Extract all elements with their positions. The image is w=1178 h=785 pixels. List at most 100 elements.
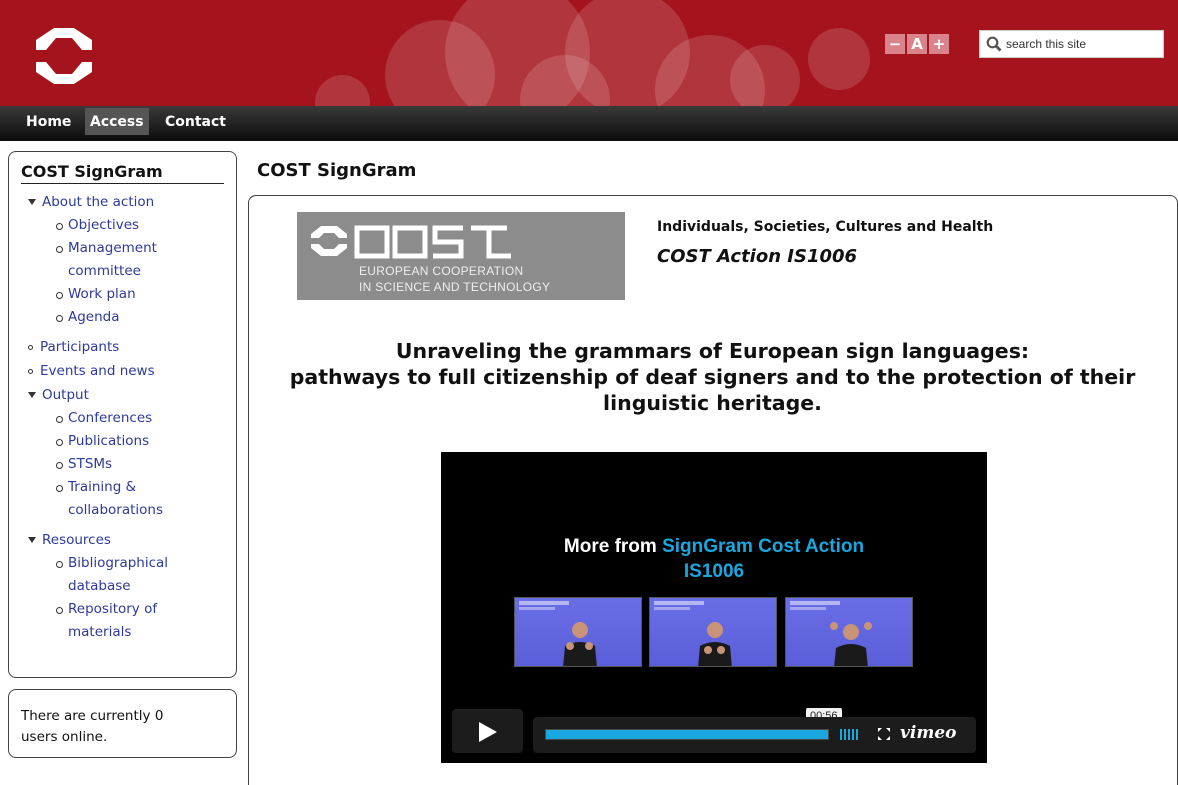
menu-link-resources[interactable]: Resources [42,532,111,548]
related-video-thumbnail[interactable] [514,597,642,667]
menu-item-management: Management committee [56,237,224,283]
menu-link-conferences[interactable]: Conferences [68,410,152,426]
channel-link[interactable]: SignGram Cost Action [662,536,864,557]
cost-logo-subtitle-cont: IN SCIENCE AND TECHNOLOGY [359,280,551,294]
site-logo-icon[interactable] [28,22,100,90]
cost-logo: EUROPEAN COOPERATION IN SCIENCE AND TECH… [297,212,625,300]
menu-link-participants[interactable]: Participants [40,339,119,355]
volume-bar [848,729,850,740]
menu-item-agenda: Agenda [56,306,224,329]
font-increase-button[interactable]: + [929,34,949,54]
nav-access[interactable]: Access [85,108,149,135]
thumbnail-caption [790,607,826,610]
menu-link-about[interactable]: About the action [42,194,154,210]
volume-control[interactable] [840,729,858,740]
menu-item-about: About the action Objectives Management co… [21,190,224,329]
page-title: COST SignGram [257,160,417,181]
search-input[interactable] [1006,37,1156,51]
users-online-block: There are currently 0 users online. [8,689,237,758]
menu-item-objectives: Objectives [56,214,224,237]
sidebar-menu: About the action Objectives Management co… [21,190,224,644]
menu-item-resources: Resources Bibliographical database Reposi… [21,528,224,644]
related-video-thumbnail[interactable] [649,597,777,667]
menu-item-bibliographical: Bibliographical database [56,552,224,598]
expanded-triangle-icon [28,392,36,398]
volume-bar [840,729,842,740]
menu-link-training[interactable]: Training & [68,479,136,495]
menu-link-stsms[interactable]: STSMs [68,456,112,472]
vimeo-logo[interactable]: vimeo [900,723,956,743]
menu-link-work-plan[interactable]: Work plan [68,286,136,302]
font-size-controls: − A + [885,34,949,54]
menu-item-work-plan: Work plan [56,283,224,306]
headline-line: Unraveling the grammars of European sign… [395,339,1030,363]
menu-item-events: Events and news [21,359,224,383]
nav-contact[interactable]: Contact [160,108,231,135]
progress-bar[interactable] [545,729,829,740]
play-icon [479,722,497,742]
volume-bar [852,729,854,740]
users-online-text-cont: users online. [21,729,108,745]
volume-bar [844,729,846,740]
font-decrease-button[interactable]: − [885,34,905,54]
decor-bubble [730,45,800,106]
action-label: COST Action IS1006 [657,246,858,267]
menu-link-repository-cont[interactable]: materials [68,624,131,640]
menu-item-participants: Participants [21,335,224,359]
thumbnail-caption [654,601,704,605]
thumbnail-caption [519,601,569,605]
sidebar-title: COST SignGram [21,162,224,184]
decor-bubble [808,28,870,90]
cost-logo-subtitle: EUROPEAN COOPERATION [359,264,524,278]
nav-home[interactable]: Home [21,108,76,135]
menu-link-management-cont[interactable]: committee [68,263,141,279]
headline-line: linguistic heritage. [603,391,822,415]
sidebar-menu-block: COST SignGram About the action Objective… [8,151,237,678]
expanded-triangle-icon [28,199,36,205]
bullet-icon [28,368,33,374]
related-video-thumbnail[interactable] [785,597,913,667]
more-from-heading: More from SignGram Cost Action IS1006 [441,534,987,584]
menu-item-output: Output Conferences Publications STSMs Tr… [21,383,224,522]
menu-link-output[interactable]: Output [42,387,89,403]
menu-link-events[interactable]: Events and news [40,363,155,379]
signer-figure-icon [830,622,872,666]
bullet-icon [28,344,33,350]
menu-item-publications: Publications [56,430,224,453]
menu-link-management[interactable]: Management [68,240,157,256]
menu-item-conferences: Conferences [56,407,224,430]
expanded-triangle-icon [28,537,36,543]
headline-line: pathways to full citizenship of deaf sig… [289,365,1136,389]
menu-link-training-cont[interactable]: collaborations [68,502,163,518]
font-reset-button[interactable]: A [907,34,927,54]
menu-item-stsms: STSMs [56,453,224,476]
users-online-text: There are currently 0 [21,708,164,724]
menu-item-repository: Repository of materials [56,598,224,644]
search-box [979,30,1164,58]
more-from-label: More from [563,536,657,557]
video-player[interactable]: More from SignGram Cost Action IS1006 00… [441,452,987,763]
fullscreen-icon[interactable] [877,727,891,741]
decor-bubble [315,75,370,106]
site-header: − A + [0,0,1178,106]
signer-figure-icon [563,622,597,666]
play-button[interactable] [452,709,523,753]
thumbnail-caption [519,607,555,610]
search-icon[interactable] [986,36,1002,52]
menu-link-agenda[interactable]: Agenda [68,309,120,325]
menu-link-bibliographical-cont[interactable]: database [68,578,131,594]
channel-link-cont[interactable]: IS1006 [684,561,744,582]
volume-bar [856,729,858,740]
menu-link-repository[interactable]: Repository of [68,601,157,617]
menu-link-objectives[interactable]: Objectives [68,217,139,233]
cost-wordmark-icon [311,225,511,259]
action-headline: Unraveling the grammars of European sign… [250,338,1175,416]
thumbnail-caption [790,601,840,605]
menu-link-bibliographical[interactable]: Bibliographical [68,555,168,571]
domain-label: Individuals, Societies, Cultures and Hea… [657,219,994,235]
menu-link-publications[interactable]: Publications [68,433,149,449]
thumbnail-caption [654,607,690,610]
menu-item-training: Training & collaborations [56,476,224,522]
signer-figure-icon [698,622,732,666]
video-controls: vimeo [533,717,976,753]
